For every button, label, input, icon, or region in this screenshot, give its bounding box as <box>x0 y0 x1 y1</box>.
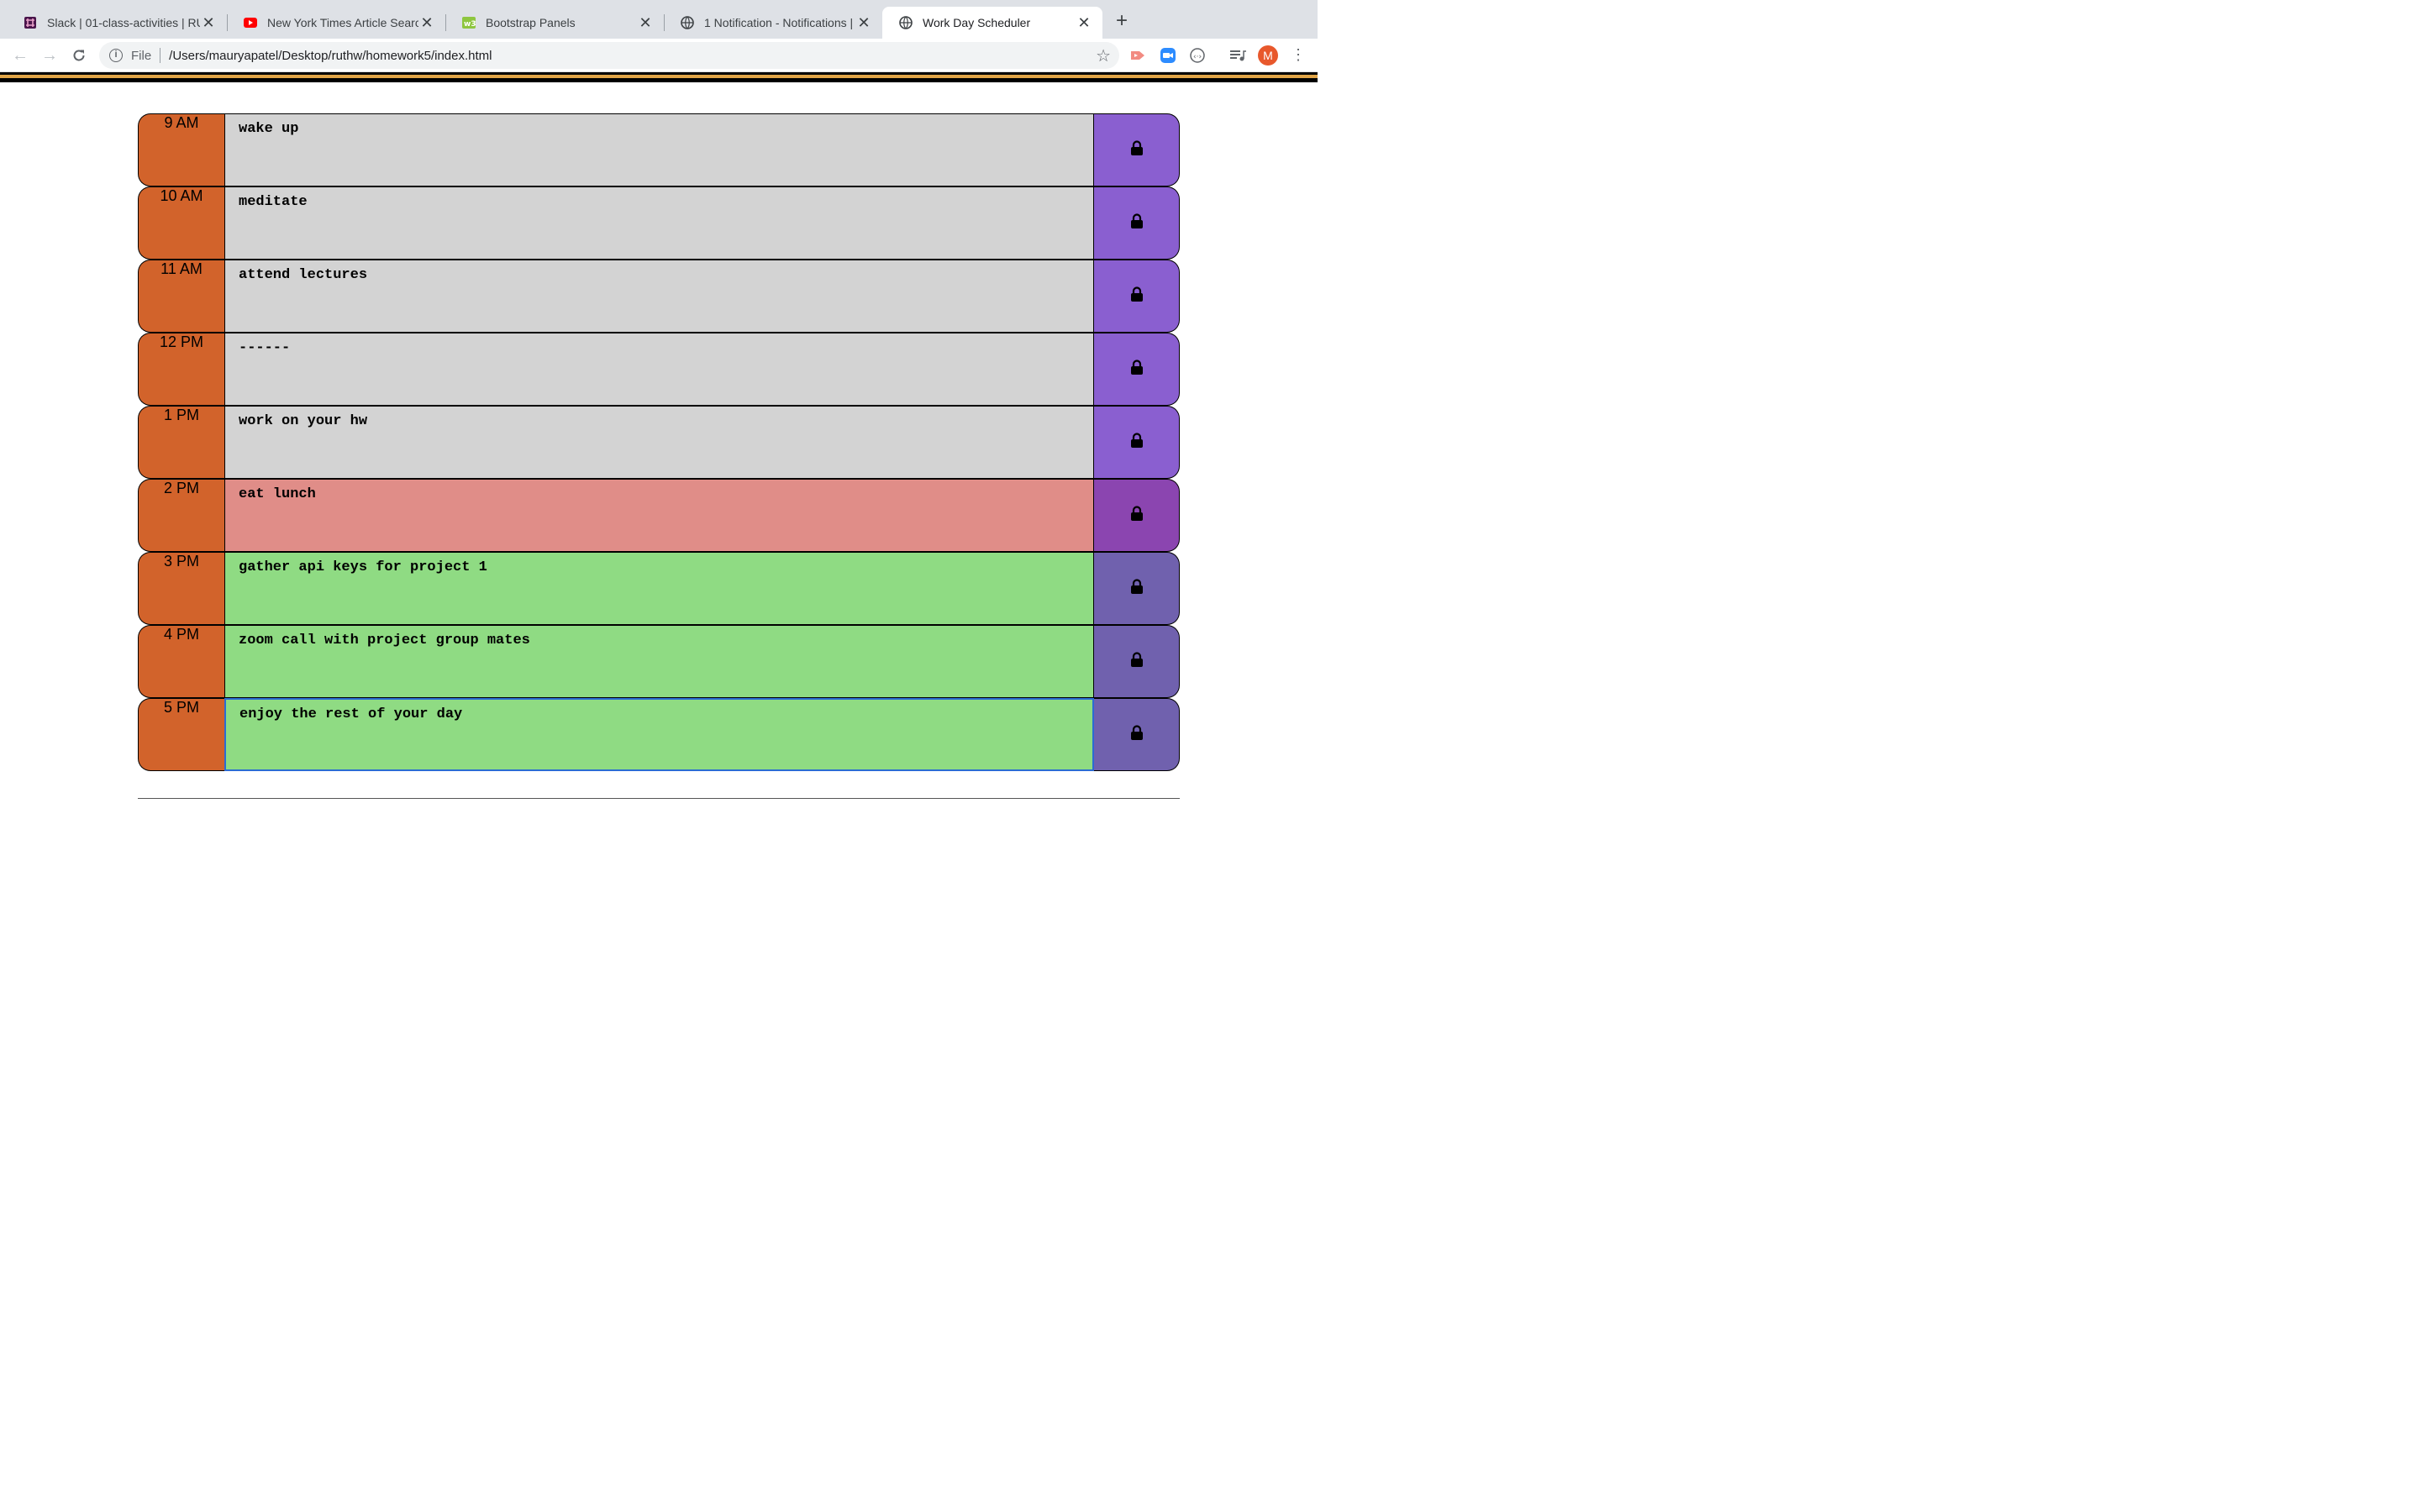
time-block-row: 3 PM gather api keys for project 1 <box>138 552 1180 625</box>
hour-label: 11 AM <box>138 260 224 333</box>
close-tab-icon[interactable]: ✕ <box>637 14 654 32</box>
time-block-row: 5 PM enjoy the rest of your day <box>138 698 1180 771</box>
youtube-icon <box>244 16 257 29</box>
tab-slack[interactable]: Slack | 01-class-activities | RU ✕ <box>7 7 227 39</box>
globe-icon <box>681 16 694 29</box>
time-block-row: 11 AM attend lectures <box>138 260 1180 333</box>
tab-strip: Slack | 01-class-activities | RU ✕ New Y… <box>0 0 1318 39</box>
event-description-input[interactable]: zoom call with project group mates <box>224 625 1094 698</box>
media-queue-icon[interactable] <box>1228 46 1247 65</box>
save-button[interactable] <box>1094 406 1180 479</box>
event-description-input[interactable]: wake up <box>224 113 1094 186</box>
lock-icon <box>1130 140 1144 160</box>
lock-icon <box>1130 360 1144 379</box>
time-block-row: 10 AM meditate <box>138 186 1180 260</box>
tab-title: New York Times Article Search <box>267 16 418 29</box>
save-button[interactable] <box>1094 698 1180 771</box>
tab-work-day-scheduler[interactable]: Work Day Scheduler ✕ <box>882 7 1102 39</box>
new-tab-button[interactable]: + <box>1113 11 1131 32</box>
slack-icon <box>24 16 37 29</box>
globe-icon <box>899 16 913 29</box>
svg-text:w3: w3 <box>464 20 476 29</box>
hour-label: 1 PM <box>138 406 224 479</box>
event-description-input[interactable]: gather api keys for project 1 <box>224 552 1094 625</box>
zoom-extension-icon[interactable] <box>1159 46 1177 65</box>
lock-icon <box>1130 506 1144 525</box>
save-button[interactable] <box>1094 625 1180 698</box>
svg-text:‹·›: ‹·› <box>1193 53 1202 61</box>
tab-title: 1 Notification - Notifications | E <box>704 16 855 29</box>
menu-dots-icon[interactable]: ⋮ <box>1291 45 1306 66</box>
lock-icon <box>1130 652 1144 671</box>
reload-icon[interactable] <box>69 45 89 66</box>
tab-nyt-search[interactable]: New York Times Article Search ✕ <box>227 7 445 39</box>
tab-notifications[interactable]: 1 Notification - Notifications | E ✕ <box>664 7 882 39</box>
scheduler-container: 9 AM wake up 10 AM meditate 11 AM attend lect… <box>138 113 1180 771</box>
profile-avatar[interactable]: M <box>1258 45 1278 66</box>
address-bar[interactable]: i File /Users/mauryapatel/Desktop/ruthw/… <box>99 42 1119 69</box>
browser-toolbar: ← → i File /Users/mauryapatel/Desktop/ru… <box>0 39 1318 72</box>
save-button[interactable] <box>1094 113 1180 186</box>
lock-icon <box>1130 725 1144 744</box>
forward-arrow-icon[interactable]: → <box>39 45 60 66</box>
close-tab-icon[interactable]: ✕ <box>1076 14 1092 32</box>
save-button[interactable] <box>1094 333 1180 406</box>
save-button[interactable] <box>1094 186 1180 260</box>
lock-icon <box>1130 213 1144 233</box>
close-tab-icon[interactable]: ✕ <box>418 14 435 32</box>
tab-bootstrap-panels[interactable]: w3 Bootstrap Panels ✕ <box>445 7 664 39</box>
hour-label: 12 PM <box>138 333 224 406</box>
tab-title: Work Day Scheduler <box>923 16 1031 29</box>
event-description-input[interactable]: ------ <box>224 333 1094 406</box>
time-block-row: 1 PM work on your hw <box>138 406 1180 479</box>
hour-label: 9 AM <box>138 113 224 186</box>
scheme-label: File <box>131 48 152 63</box>
lock-icon <box>1130 433 1144 452</box>
url-text[interactable]: /Users/mauryapatel/Desktop/ruthw/homewor… <box>169 49 492 63</box>
time-block-row: 12 PM ------ <box>138 333 1180 406</box>
event-description-input[interactable]: attend lectures <box>224 260 1094 333</box>
code-extension-icon[interactable]: ‹·› <box>1188 46 1207 65</box>
time-block-row: 4 PM zoom call with project group mates <box>138 625 1180 698</box>
save-button[interactable] <box>1094 479 1180 552</box>
cast-extension-icon[interactable] <box>1128 46 1147 65</box>
bookmark-star-icon[interactable]: ☆ <box>1096 45 1111 66</box>
footer-divider <box>138 798 1180 799</box>
event-description-input[interactable]: meditate <box>224 186 1094 260</box>
back-arrow-icon[interactable]: ← <box>10 45 30 66</box>
save-button[interactable] <box>1094 552 1180 625</box>
hour-label: 4 PM <box>138 625 224 698</box>
tab-title: Slack | 01-class-activities | RU <box>47 16 200 29</box>
hour-label: 5 PM <box>138 698 224 771</box>
time-block-row: 9 AM wake up <box>138 113 1180 186</box>
w3schools-icon: w3 <box>462 16 476 29</box>
hour-label: 3 PM <box>138 552 224 625</box>
close-tab-icon[interactable]: ✕ <box>200 14 217 32</box>
info-icon[interactable]: i <box>109 49 123 62</box>
close-tab-icon[interactable]: ✕ <box>855 14 872 32</box>
hour-label: 2 PM <box>138 479 224 552</box>
lock-icon <box>1130 579 1144 598</box>
lock-icon <box>1130 286 1144 306</box>
tab-title: Bootstrap Panels <box>486 16 576 29</box>
event-description-input[interactable]: enjoy the rest of your day <box>224 698 1094 771</box>
event-description-input[interactable]: work on your hw <box>224 406 1094 479</box>
header-stripes <box>0 72 1318 84</box>
hour-label: 10 AM <box>138 186 224 260</box>
save-button[interactable] <box>1094 260 1180 333</box>
event-description-input[interactable]: eat lunch <box>224 479 1094 552</box>
time-block-row: 2 PM eat lunch <box>138 479 1180 552</box>
